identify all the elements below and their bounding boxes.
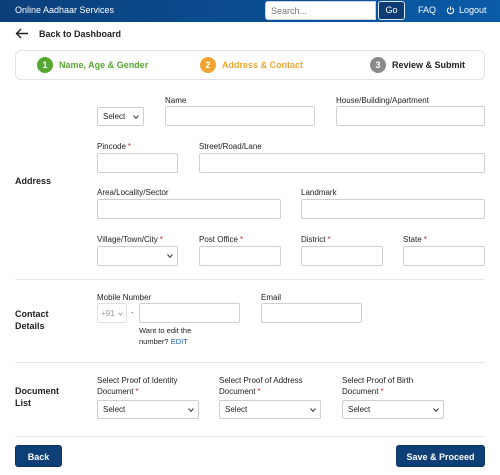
top-header-bar: Online Aadhaar Services Go FAQ Logout <box>0 0 500 22</box>
post-office-input[interactable] <box>199 246 281 266</box>
email-input[interactable] <box>261 303 362 323</box>
step-address-contact[interactable]: 2 Address & Contact <box>200 57 303 73</box>
name-input[interactable] <box>165 106 315 126</box>
area-label: Area/Locality/Sector <box>97 188 169 197</box>
required-marker: * <box>257 387 261 396</box>
step-label: Review & Submit <box>392 60 466 70</box>
identity-proof-value: Select <box>103 405 126 414</box>
chevron-down-icon <box>118 312 123 316</box>
district-label: District * <box>301 235 331 244</box>
required-marker: * <box>239 235 244 244</box>
district-input[interactable] <box>301 246 383 266</box>
mobile-label: Mobile Number <box>97 293 152 302</box>
street-input[interactable] <box>199 153 485 173</box>
chevron-down-icon <box>310 408 316 412</box>
area-input[interactable] <box>97 199 281 219</box>
name-label: Name <box>165 96 187 105</box>
required-marker: * <box>127 142 132 151</box>
chevron-down-icon <box>133 115 139 119</box>
address-section-title: Address <box>15 176 52 186</box>
email-label: Email <box>261 293 282 302</box>
power-icon <box>446 5 455 14</box>
step-label: Address & Contact <box>222 60 304 70</box>
phone-separator: - <box>131 308 134 317</box>
address-proof-select[interactable]: Select <box>219 400 321 419</box>
chevron-down-icon <box>188 408 194 412</box>
identity-proof-label: Select Proof of Identity Document * <box>97 376 178 396</box>
section-divider <box>15 362 485 363</box>
logout-label: Logout <box>459 5 487 15</box>
progress-stepper: 1 Name, Age & Gender 2 Address & Contact… <box>15 50 485 80</box>
landmark-input[interactable] <box>301 199 485 219</box>
state-input[interactable] <box>403 246 485 266</box>
birth-proof-select[interactable]: Select <box>342 400 444 419</box>
required-marker: * <box>327 235 331 244</box>
landmark-label: Landmark <box>301 188 337 197</box>
step-label: Name, Age & Gender <box>59 60 149 70</box>
village-label: Village/Town/City * <box>97 235 163 244</box>
chevron-down-icon <box>167 254 173 258</box>
pincode-input[interactable] <box>97 153 178 173</box>
chevron-down-icon <box>433 408 439 412</box>
required-marker: * <box>135 387 139 396</box>
birth-proof-label: Select Proof of Birth Document * <box>342 376 414 396</box>
brand-title: Online Aadhaar Services <box>15 5 115 15</box>
back-button[interactable]: Back <box>15 445 62 467</box>
pincode-label: Pincode * <box>97 142 132 151</box>
document-section-title: Document List <box>15 386 60 408</box>
address-proof-value: Select <box>225 405 248 414</box>
required-marker: * <box>423 235 427 244</box>
care-of-select[interactable]: Select <box>97 107 144 126</box>
faq-link[interactable]: FAQ <box>418 5 436 15</box>
section-divider <box>15 436 485 437</box>
search-input[interactable] <box>265 1 376 20</box>
back-to-dashboard-label: Back to Dashboard <box>39 28 122 39</box>
step-number: 1 <box>37 57 53 73</box>
step-number: 3 <box>370 57 386 73</box>
country-code-select[interactable]: +91 <box>97 303 127 323</box>
back-to-dashboard-link[interactable]: Back to Dashboard <box>15 28 121 39</box>
required-marker: * <box>380 387 384 396</box>
arrow-left-icon <box>15 28 28 39</box>
village-select[interactable] <box>97 246 178 266</box>
house-input[interactable] <box>336 106 485 126</box>
logout-button[interactable]: Logout <box>446 5 487 15</box>
post-office-label: Post Office * <box>199 235 244 244</box>
step-name-age-gender[interactable]: 1 Name, Age & Gender <box>37 57 148 73</box>
step-number: 2 <box>200 57 216 73</box>
section-divider <box>15 279 485 280</box>
contact-section-title: Contact Details <box>15 309 49 331</box>
state-label: State * <box>403 235 427 244</box>
mobile-input[interactable] <box>139 303 240 323</box>
edit-number-note: Want to edit the number? EDIT <box>139 326 192 346</box>
country-code-value: +91 <box>101 309 115 318</box>
save-proceed-button[interactable]: Save & Proceed <box>396 445 485 467</box>
house-label: House/Building/Apartment <box>336 96 429 105</box>
care-of-select-value: Select <box>103 112 126 121</box>
street-label: Street/Road/Lane <box>199 142 262 151</box>
go-button[interactable]: Go <box>378 1 405 20</box>
step-review-submit[interactable]: 3 Review & Submit <box>370 57 465 73</box>
edit-number-link[interactable]: EDIT <box>171 337 188 346</box>
identity-proof-select[interactable]: Select <box>97 400 199 419</box>
birth-proof-value: Select <box>348 405 371 414</box>
required-marker: * <box>159 235 163 244</box>
address-proof-label: Select Proof of Address Document * <box>219 376 303 396</box>
